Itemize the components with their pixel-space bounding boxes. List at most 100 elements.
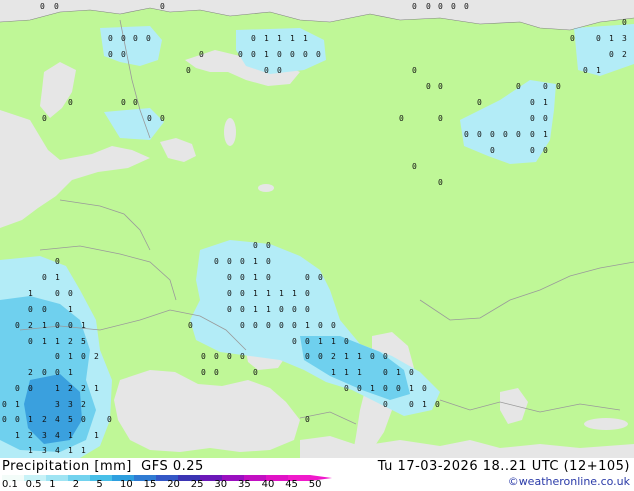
precip-value: 0 bbox=[266, 257, 271, 266]
precip-value: 0 bbox=[464, 130, 469, 139]
precip-value: 0 bbox=[55, 352, 60, 361]
precip-value: 0 bbox=[253, 321, 258, 330]
precip-value: 0 bbox=[530, 130, 535, 139]
precip-value: 0 bbox=[331, 321, 336, 330]
precip-value: 1 bbox=[543, 130, 548, 139]
precip-value: 1 bbox=[318, 337, 323, 346]
precip-value: 1 bbox=[331, 368, 336, 377]
precip-value: 0 bbox=[240, 305, 245, 314]
precip-value: 0 bbox=[292, 305, 297, 314]
precip-value: 5 bbox=[81, 337, 86, 346]
precip-value: 0 bbox=[227, 257, 232, 266]
precip-value: 2 bbox=[94, 352, 99, 361]
precip-value: 0 bbox=[40, 2, 45, 11]
precip-value: 1 bbox=[357, 352, 362, 361]
precip-value: 0 bbox=[240, 289, 245, 298]
black-sea bbox=[114, 370, 300, 452]
precip-value: 1 bbox=[305, 321, 310, 330]
precip-value: 0 bbox=[121, 50, 126, 59]
precip-value: 4 bbox=[55, 446, 60, 455]
precip-value: 2 bbox=[68, 384, 73, 393]
precip-value: 0 bbox=[54, 2, 59, 11]
precip-value: 0 bbox=[68, 98, 73, 107]
precip-value: 0 bbox=[490, 146, 495, 155]
precip-value: 2 bbox=[28, 321, 33, 330]
legend-title: Precipitation [mm] bbox=[2, 459, 132, 474]
precip-value: 0 bbox=[55, 257, 60, 266]
precip-value: 0 bbox=[42, 305, 47, 314]
precip-value: 0 bbox=[464, 2, 469, 11]
color-scale-label: 0.5 bbox=[25, 479, 42, 490]
valid-time: Tu 17-03-2026 18..21 UTC (12+105) bbox=[377, 459, 630, 474]
precip-value: 0 bbox=[121, 98, 126, 107]
precip-value: 0 bbox=[426, 82, 431, 91]
precip-zone-kola bbox=[100, 26, 162, 66]
precip-value: 1 bbox=[396, 368, 401, 377]
precip-value: 0 bbox=[305, 415, 310, 424]
precip-value: 0 bbox=[81, 415, 86, 424]
precip-value: 0 bbox=[214, 368, 219, 377]
border-kazakhstan bbox=[419, 261, 634, 321]
precip-value: 0 bbox=[147, 114, 152, 123]
precip-value: 1 bbox=[266, 305, 271, 314]
precip-value: 0 bbox=[516, 82, 521, 91]
precip-value: 0 bbox=[290, 50, 295, 59]
precip-value: 0 bbox=[227, 305, 232, 314]
precip-value: 1 bbox=[264, 34, 269, 43]
precip-value: 3 bbox=[68, 400, 73, 409]
precip-value: 0 bbox=[438, 2, 443, 11]
legend-footer: Precipitation [mm] GFS 0.25 Tu 17-03-202… bbox=[0, 458, 634, 490]
precip-value: 0 bbox=[264, 66, 269, 75]
precip-value: 0 bbox=[318, 321, 323, 330]
precip-value: 1 bbox=[28, 415, 33, 424]
precip-value: 0 bbox=[188, 321, 193, 330]
precip-value: 1 bbox=[357, 368, 362, 377]
precip-value: 0 bbox=[81, 352, 86, 361]
precip-value: 0 bbox=[201, 352, 206, 361]
precip-value: 1 bbox=[81, 321, 86, 330]
precip-value: 0 bbox=[160, 114, 165, 123]
model-name: GFS 0.25 bbox=[141, 459, 204, 474]
precipitation-map: 0000000000000011110013000001000002000001… bbox=[0, 0, 634, 458]
color-scale-labels: 0.1 0.5 1 2 5 10 15 20 25 30 35 40 45 50 bbox=[0, 479, 340, 491]
color-scale-label: 30 bbox=[214, 479, 228, 490]
precip-value: 2 bbox=[331, 352, 336, 361]
precip-value: 0 bbox=[412, 66, 417, 75]
precip-value: 0 bbox=[292, 337, 297, 346]
color-scale-label: 0.1 bbox=[2, 479, 18, 490]
precip-value: 0 bbox=[451, 2, 456, 11]
precip-value: 5 bbox=[68, 415, 73, 424]
precip-value: 1 bbox=[68, 368, 73, 377]
arctic-sea bbox=[0, 0, 634, 30]
lake-balkhash bbox=[584, 418, 628, 430]
precip-value: 0 bbox=[305, 273, 310, 282]
precip-value: 0 bbox=[266, 321, 271, 330]
precip-value: 1 bbox=[279, 289, 284, 298]
border-baltics bbox=[59, 199, 151, 251]
precip-value: 4 bbox=[55, 415, 60, 424]
precip-value: 1 bbox=[264, 50, 269, 59]
precip-value: 0 bbox=[530, 98, 535, 107]
precip-value: 2 bbox=[68, 337, 73, 346]
rybinsk-reservoir bbox=[258, 184, 274, 192]
precip-value: 1 bbox=[253, 257, 258, 266]
precip-value: 0 bbox=[133, 34, 138, 43]
precip-value: 3 bbox=[42, 431, 47, 440]
precip-value: 1 bbox=[422, 400, 427, 409]
precip-value: 0 bbox=[251, 50, 256, 59]
precip-value: 1 bbox=[42, 337, 47, 346]
credit-text[interactable]: ©weatheronline.co.uk bbox=[508, 475, 630, 488]
precip-value: 1 bbox=[344, 352, 349, 361]
precip-value: 0 bbox=[477, 130, 482, 139]
precip-value: 0 bbox=[305, 289, 310, 298]
precip-value: 0 bbox=[383, 400, 388, 409]
precip-value: 0 bbox=[133, 98, 138, 107]
precip-value: 1 bbox=[15, 431, 20, 440]
precip-value: 0 bbox=[2, 400, 7, 409]
precip-value: 0 bbox=[42, 368, 47, 377]
color-scale-label: 50 bbox=[308, 479, 322, 490]
precip-value: 0 bbox=[227, 289, 232, 298]
precip-value: 1 bbox=[55, 384, 60, 393]
precip-value: 0 bbox=[55, 368, 60, 377]
precip-value: 2 bbox=[81, 400, 86, 409]
